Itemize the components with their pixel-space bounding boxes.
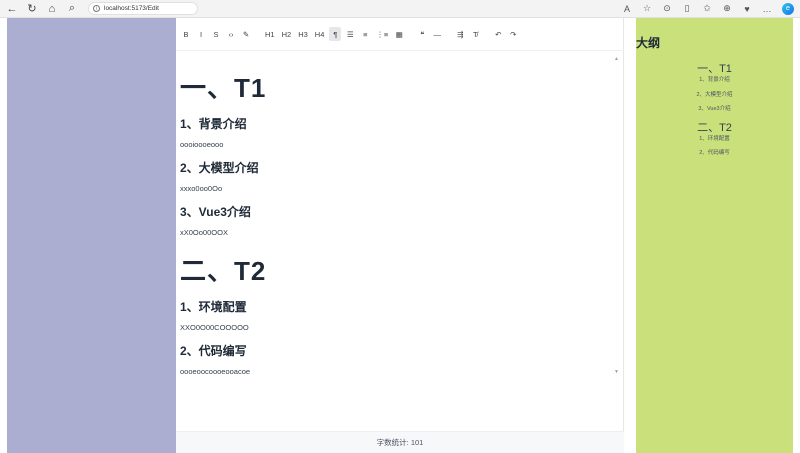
paragraph: oooioooeooo [180,140,224,149]
editor-content[interactable]: 一、T1 1、背景介绍 oooioooeooo 2、大模型介绍 xxxo0oo0Oo 3、… [180,54,618,397]
home-icon[interactable]: ⌂ [44,1,60,17]
search-icon[interactable]: ⌕ [64,1,80,17]
outline-item-h1[interactable]: 二、T2 [636,119,793,135]
split-screen-icon[interactable]: ▯ [680,2,694,16]
read-aloud-icon[interactable]: A [620,2,634,16]
redo-button[interactable]: ↷ [507,27,519,41]
highlight-button[interactable]: ✎ [240,27,252,41]
collections-icon[interactable]: ⊕ [720,2,734,16]
browser-toolbar: ← ↻ ⌂ ⌕ i localhost:5173/Edit A ☆ ⊙ ▯ ✩ … [0,0,800,18]
extensions-icon[interactable]: ⊙ [660,2,674,16]
heading-3: 3、Vue3介绍 [180,205,251,219]
heading-1: 一、T1 [180,73,267,103]
outline-item-h3[interactable]: 2、大模型介绍 [636,90,793,98]
quote-button[interactable]: ❝ [416,27,428,41]
outline-panel: 大纲 一、T1 1、背景介绍 2、大模型介绍 3、Vue3介绍二、T2 1、环境配置 2、… [636,18,793,453]
browser-tools: A ☆ ⊙ ▯ ✩ ⊕ ♥ … e [614,2,794,16]
bullet-list-button[interactable]: ☰ [344,27,356,41]
left-gutter [0,18,7,453]
outline-item-h3[interactable]: 1、环境配置 [636,134,793,142]
strikethrough-button[interactable]: S [210,27,222,41]
paragraph: xxxo0oo0Oo [180,184,223,193]
outline-item-h1[interactable]: 一、T1 [636,60,793,76]
favorites-icon[interactable]: ✩ [700,2,714,16]
copilot-icon[interactable]: e [782,2,794,15]
h3-button[interactable]: H3 [296,27,310,41]
refresh-icon[interactable]: ↻ [24,1,40,17]
heading-3: 1、背景介绍 [180,117,247,131]
task-list-button[interactable]: ⋮≡ [374,27,390,41]
paragraph: xX0Oo00OOX [180,228,228,237]
horizontal-rule-button[interactable]: — [431,27,443,41]
clear-format-button[interactable]: T̸ [469,27,481,41]
h4-button[interactable]: H4 [313,27,327,41]
h1-button[interactable]: H1 [263,27,277,41]
browser-essentials-icon[interactable]: ♥ [740,2,754,16]
info-icon[interactable]: i [93,5,100,12]
status-bar: 字数统计: 101 [176,431,624,453]
outline-item-h3[interactable]: 3、Vue3介绍 [636,104,793,112]
heading-3: 1、环境配置 [180,300,247,314]
more-icon[interactable]: … [760,2,774,16]
ordered-list-button[interactable]: ≡ [359,27,371,41]
outline-item-h3[interactable]: 1、背景介绍 [636,75,793,83]
url-text: localhost:5173/Edit [104,5,159,12]
undo-button[interactable]: ↶ [492,27,504,41]
heading-3: 2、代码编写 [180,344,247,358]
back-icon[interactable]: ← [4,1,20,17]
favorite-star-icon[interactable]: ☆ [640,2,654,16]
right-gutter [793,18,800,453]
address-bar[interactable]: i localhost:5173/Edit [88,2,198,15]
paragraph-button[interactable]: ¶ [329,27,342,41]
word-count: 字数统计: 101 [376,438,424,447]
italic-button[interactable]: I [195,27,207,41]
heading-1: 二、T2 [180,256,267,286]
heading-3: 2、大模型介绍 [180,161,259,175]
bold-button[interactable]: B [180,27,192,41]
left-panel [7,18,176,453]
editor: B I S ‹› ✎ H1 H2 H3 H4 ¶ ☰ ≡ ⋮≡ ▦ ❝ — ⇶ T̸ ↶ ↷ 一、T1 1、背景介绍 oo… [176,18,624,453]
hard-break-button[interactable]: ⇶ [454,27,466,41]
paragraph: oooeoocoooeooacoe [180,367,251,376]
outline-title: 大纲 [636,36,661,50]
h2-button[interactable]: H2 [280,27,294,41]
code-block-button[interactable]: ▦ [393,27,405,41]
outline-item-h3[interactable]: 2、代码编写 [636,148,793,156]
editor-toolbar: B I S ‹› ✎ H1 H2 H3 H4 ¶ ☰ ≡ ⋮≡ ▦ ❝ — ⇶ T̸ ↶ ↷ [176,18,624,51]
paragraph: XXO0O00COOOOO [180,323,249,332]
scroll-down-icon[interactable]: ▼ [614,369,619,375]
code-button[interactable]: ‹› [225,27,237,41]
scroll-up-icon[interactable]: ▲ [614,56,619,62]
